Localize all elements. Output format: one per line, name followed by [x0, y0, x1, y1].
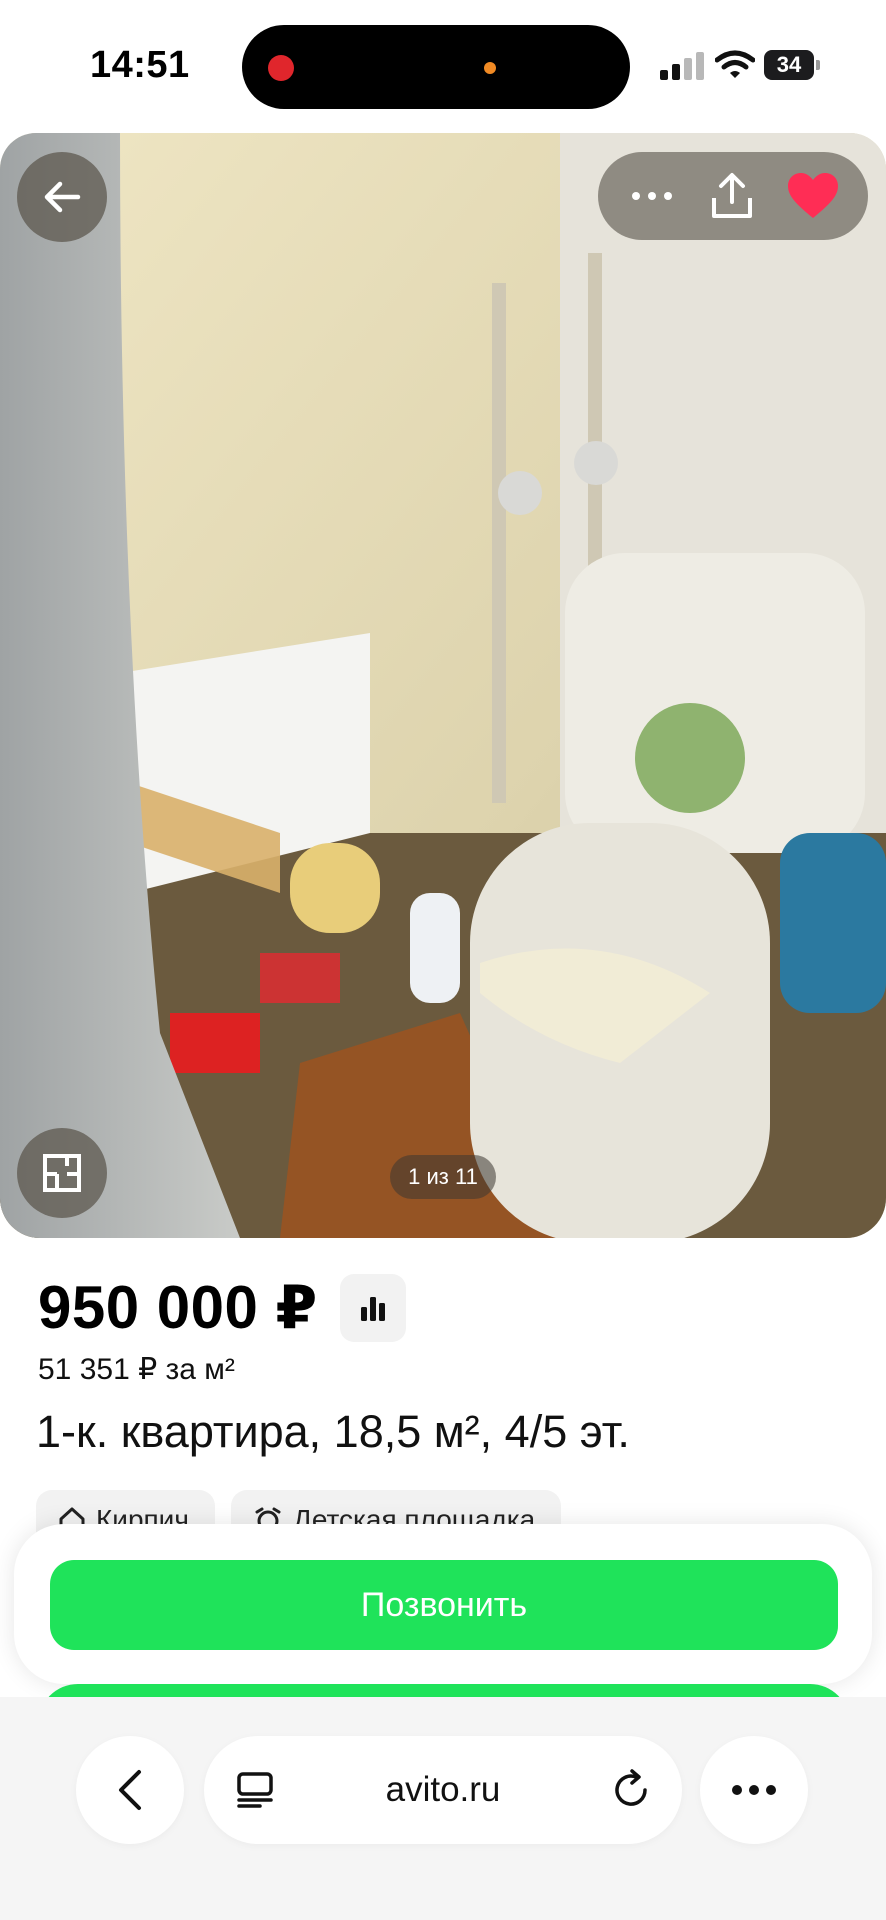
photo-counter: 1 из 11	[390, 1155, 496, 1199]
price-history-button[interactable]	[339, 1274, 406, 1342]
chevron-left-icon	[119, 1770, 141, 1810]
floor-plan-button[interactable]	[17, 1128, 107, 1218]
heart-icon[interactable]	[786, 172, 840, 220]
price-per-square-meter: 51 351 ₽ за м²	[38, 1353, 235, 1386]
floor-plan-icon	[43, 1154, 81, 1192]
call-button[interactable]: Позвонить	[50, 1560, 838, 1650]
share-icon[interactable]	[710, 172, 754, 220]
recording-indicator-icon	[268, 55, 294, 81]
more-dots-icon[interactable]	[630, 184, 674, 208]
wifi-icon	[715, 50, 755, 78]
listing-price: 950 000 ₽	[38, 1274, 318, 1341]
stats-icon	[360, 1297, 385, 1321]
cellular-signal-icon	[660, 52, 704, 80]
reload-icon[interactable]	[612, 1768, 652, 1810]
dynamic-island	[242, 25, 630, 109]
back-arrow-icon	[44, 181, 81, 213]
photo-actions-pill	[598, 152, 868, 240]
camera-indicator-icon	[484, 62, 496, 74]
battery-level: 34	[764, 50, 814, 80]
contact-card: Позвонить	[14, 1524, 872, 1684]
status-time: 14:51	[90, 44, 190, 86]
more-dots-icon	[732, 1785, 776, 1795]
browser-more-button[interactable]	[700, 1736, 808, 1844]
price-row: 950 000 ₽	[38, 1268, 406, 1348]
listing-title: 1-к. квартира, 18,5 м², 4/5 эт.	[36, 1406, 630, 1457]
back-button[interactable]	[17, 152, 107, 242]
browser-back-button[interactable]	[76, 1736, 184, 1844]
address-bar[interactable]: avito.ru	[204, 1736, 682, 1844]
url-text: avito.ru	[385, 1770, 501, 1809]
battery-icon: 34	[764, 50, 822, 80]
status-bar: 14:51 34	[0, 0, 886, 130]
bathroom-photo	[0, 133, 886, 1238]
listing-photo[interactable]	[0, 133, 886, 1238]
